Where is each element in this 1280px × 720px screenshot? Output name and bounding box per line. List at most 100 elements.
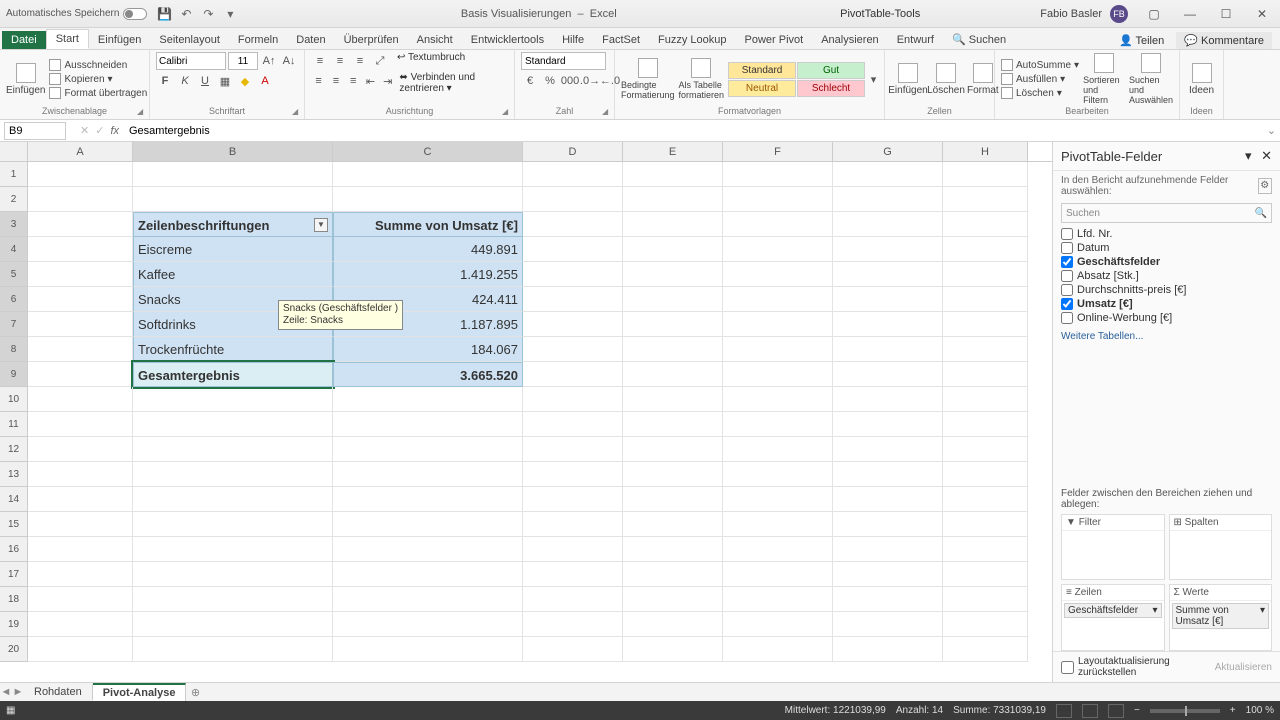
zoom-level[interactable]: 100 % (1246, 705, 1274, 716)
dialog-launcher-icon[interactable]: ◢ (602, 107, 612, 117)
format-cells-button[interactable]: Format (967, 63, 999, 96)
redo-icon[interactable]: ↷ (201, 7, 215, 21)
pivot-cell[interactable]: Trockenfrüchte (133, 337, 333, 362)
chevron-down-icon[interactable]: ▾ (1260, 605, 1265, 627)
tab-start[interactable]: Start (46, 29, 89, 49)
tab-entwurf[interactable]: Entwurf (888, 31, 943, 49)
row-header[interactable]: 4 (0, 237, 28, 262)
row-header[interactable]: 1 (0, 162, 28, 187)
italic-icon[interactable]: K (176, 72, 194, 90)
field-item[interactable]: Datum (1061, 241, 1272, 255)
field-item[interactable]: Lfd. Nr. (1061, 227, 1272, 241)
tab-file[interactable]: Datei (2, 31, 46, 49)
pivot-cell[interactable]: 1.419.255 (333, 262, 523, 287)
ideas-button[interactable]: Ideen (1186, 63, 1217, 96)
col-header[interactable]: F (723, 142, 833, 161)
font-size-select[interactable] (228, 52, 258, 70)
field-item[interactable]: Geschäftsfelder (1061, 255, 1272, 269)
ribbon-display-icon[interactable]: ▢ (1136, 0, 1172, 28)
row-header[interactable]: 20 (0, 637, 28, 662)
row-header[interactable]: 18 (0, 587, 28, 612)
defer-layout-checkbox[interactable] (1061, 661, 1074, 674)
area-values[interactable]: Σ Werte Summe von Umsatz [€]▾ (1169, 584, 1273, 651)
sheet-tab[interactable]: Pivot-Analyse (93, 683, 187, 701)
tab-developer[interactable]: Entwicklertools (462, 31, 553, 49)
expand-formula-icon[interactable]: ⌄ (1267, 124, 1276, 137)
view-page-break-icon[interactable] (1108, 704, 1124, 718)
col-header[interactable]: A (28, 142, 133, 161)
pane-menu-icon[interactable]: ▾ (1245, 148, 1252, 163)
merge-center-button[interactable]: ⬌ Verbinden und zentrieren ▾ (399, 72, 508, 94)
pivot-cell[interactable]: 184.067 (333, 337, 523, 362)
tab-powerpivot[interactable]: Power Pivot (736, 31, 813, 49)
row-header[interactable]: 7 (0, 312, 28, 337)
increase-font-icon[interactable]: A↑ (260, 52, 278, 70)
select-all-corner[interactable] (0, 142, 28, 161)
row-header[interactable]: 2 (0, 187, 28, 212)
share-button[interactable]: 👤 Teilen (1113, 32, 1170, 49)
fill-button[interactable]: Ausfüllen ▾ (1001, 73, 1079, 85)
field-checkbox[interactable] (1061, 228, 1073, 240)
col-header[interactable]: G (833, 142, 943, 161)
area-rows[interactable]: ≡ Zeilen Geschäftsfelder▾ (1061, 584, 1165, 651)
sheet-nav-next-icon[interactable]: ► (12, 686, 24, 698)
format-as-table-button[interactable]: Als Tabelle formatieren (679, 58, 725, 100)
tab-formulas[interactable]: Formeln (229, 31, 287, 49)
field-checkbox[interactable] (1061, 242, 1073, 254)
currency-icon[interactable]: € (521, 72, 539, 90)
col-header[interactable]: E (623, 142, 723, 161)
pane-close-icon[interactable]: ✕ (1261, 148, 1272, 163)
cut-button[interactable]: Ausschneiden (49, 59, 147, 71)
wrap-text-button[interactable]: ↩ Textumbruch (397, 52, 465, 70)
zoom-in-icon[interactable]: + (1230, 705, 1236, 716)
comments-button[interactable]: 💬 Kommentare (1176, 32, 1272, 49)
tab-page-layout[interactable]: Seitenlayout (150, 31, 229, 49)
field-item[interactable]: Umsatz [€] (1061, 297, 1272, 311)
autosum-button[interactable]: AutoSumme ▾ (1001, 59, 1079, 71)
align-right-icon[interactable]: ≡ (346, 72, 361, 90)
customize-qat-icon[interactable]: ▾ (223, 7, 237, 21)
dialog-launcher-icon[interactable]: ◢ (502, 107, 512, 117)
insert-cells-button[interactable]: Einfügen (891, 63, 925, 96)
row-header[interactable]: 16 (0, 537, 28, 562)
zoom-slider[interactable] (1150, 709, 1220, 713)
pivot-row-header[interactable]: Zeilenbeschriftungen▼ (133, 212, 333, 237)
indent-dec-icon[interactable]: ⇤ (363, 72, 378, 90)
zoom-out-icon[interactable]: − (1134, 705, 1140, 716)
row-header[interactable]: 14 (0, 487, 28, 512)
underline-icon[interactable]: U (196, 72, 214, 90)
conditional-formatting-button[interactable]: Bedingte Formatierung (621, 58, 675, 100)
more-tables-link[interactable]: Weitere Tabellen... (1053, 327, 1280, 346)
pivot-total-value[interactable]: 3.665.520 (333, 362, 523, 387)
pivot-value-header[interactable]: Summe von Umsatz [€] (333, 212, 523, 237)
fill-color-icon[interactable]: ◆ (236, 72, 254, 90)
undo-icon[interactable]: ↶ (179, 7, 193, 21)
pivot-total-label[interactable]: Gesamtergebnis (133, 362, 333, 387)
area-item[interactable]: Summe von Umsatz [€]▾ (1172, 603, 1270, 629)
row-header[interactable]: 17 (0, 562, 28, 587)
tab-factset[interactable]: FactSet (593, 31, 649, 49)
accept-formula-icon[interactable]: ✓ (95, 124, 104, 137)
align-top-icon[interactable]: ≡ (311, 52, 329, 70)
maximize-icon[interactable]: ☐ (1208, 0, 1244, 28)
area-item[interactable]: Geschäftsfelder▾ (1064, 603, 1162, 618)
row-header[interactable]: 19 (0, 612, 28, 637)
sort-filter-button[interactable]: Sortieren und Filtern (1083, 53, 1125, 105)
close-icon[interactable]: ✕ (1244, 0, 1280, 28)
fx-icon[interactable]: fx (110, 125, 119, 137)
gallery-expand-icon[interactable]: ▾ (869, 70, 878, 88)
align-middle-icon[interactable]: ≡ (331, 52, 349, 70)
field-search[interactable]: Suchen🔍 (1061, 203, 1272, 223)
row-header[interactable]: 3 (0, 212, 28, 237)
field-checkbox[interactable] (1061, 284, 1073, 296)
row-header[interactable]: 9 (0, 362, 28, 387)
field-item[interactable]: Durchschnitts-preis [€] (1061, 283, 1272, 297)
worksheet[interactable]: A B C D E F G H 1 2 3 Zeilenbeschriftung… (0, 142, 1052, 682)
field-checkbox[interactable] (1061, 312, 1073, 324)
copy-button[interactable]: Kopieren ▾ (49, 73, 147, 85)
border-icon[interactable]: ▦ (216, 72, 234, 90)
indent-inc-icon[interactable]: ⇥ (380, 72, 395, 90)
find-select-button[interactable]: Suchen und Auswählen (1129, 53, 1173, 105)
toggle-icon[interactable] (123, 8, 147, 20)
style-gut[interactable]: Gut (797, 62, 865, 79)
